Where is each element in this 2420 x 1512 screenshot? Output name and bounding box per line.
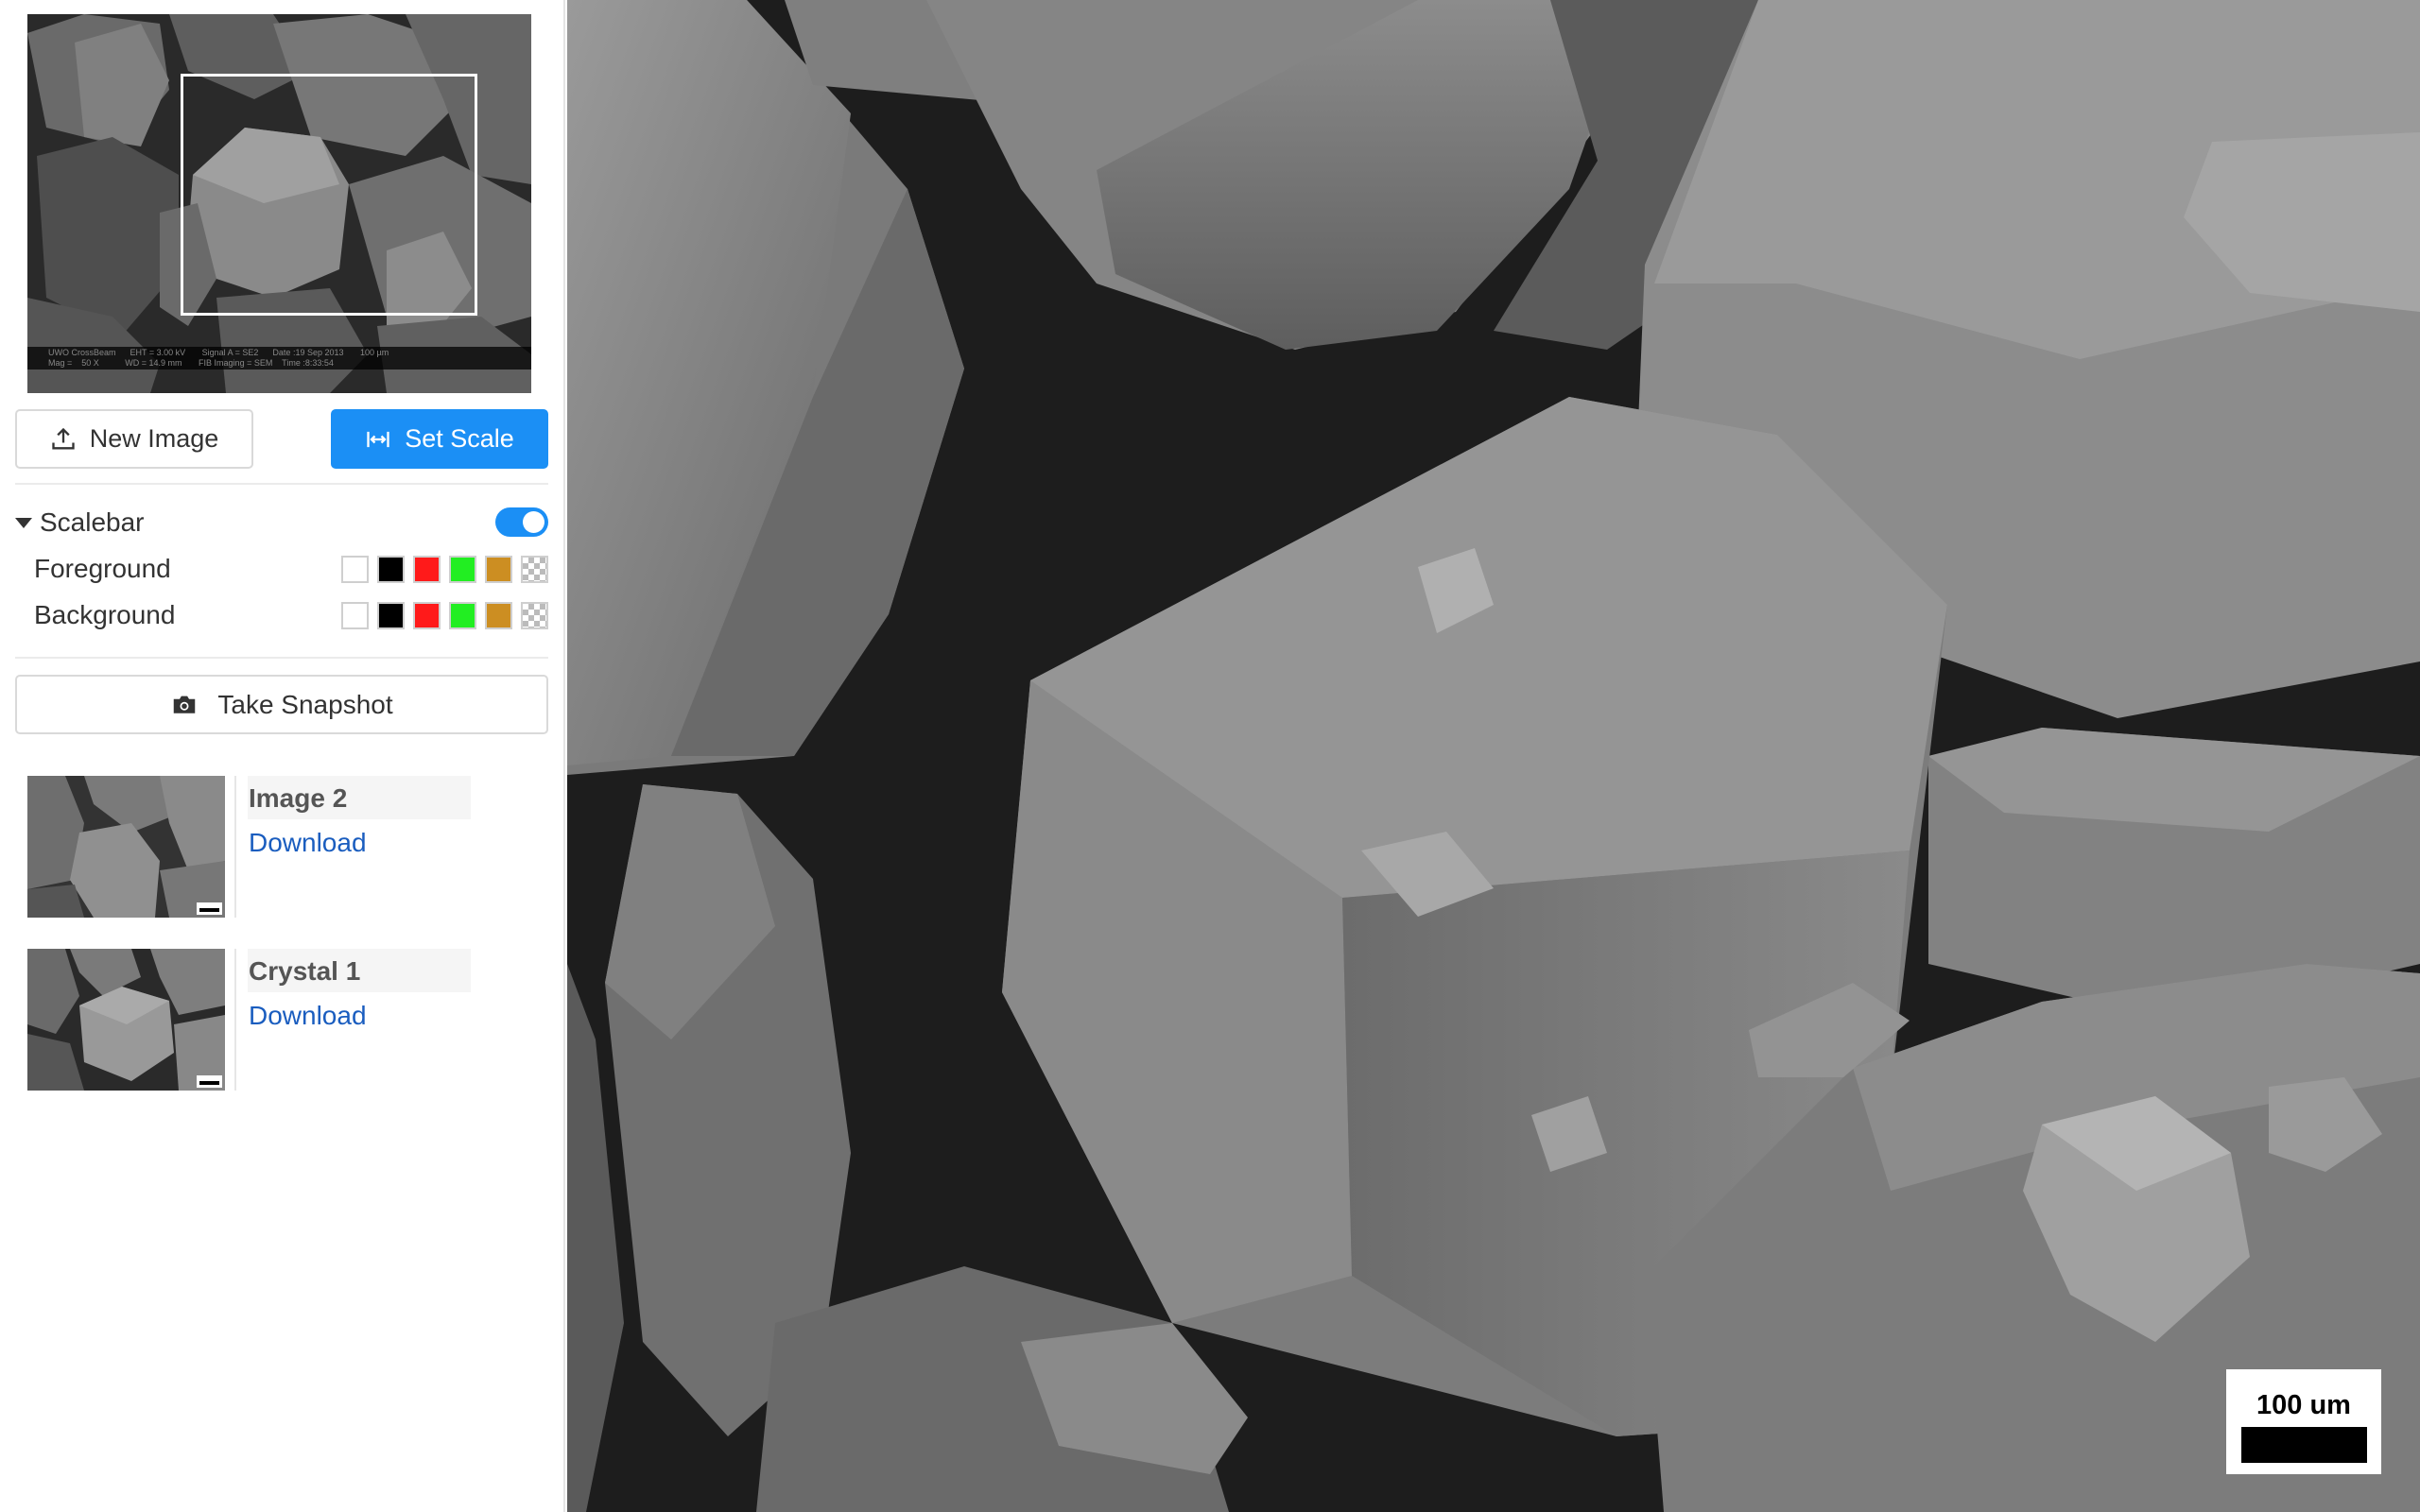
swatch-black[interactable] [377,601,405,629]
swatch-white[interactable] [341,601,369,629]
swatch-black[interactable] [377,555,405,583]
divider [15,657,548,659]
snapshot-scalebar [197,902,222,915]
snapshot-separator [234,949,236,1091]
foreground-color-row: Foreground [34,552,548,586]
overview-minimap[interactable]: UWO CrossBeam EHT = 3.00 kV Signal A = S… [27,14,531,393]
foreground-label: Foreground [34,554,171,583]
foreground-swatches [341,555,548,583]
swatch-green[interactable] [449,555,476,583]
scalebar-bar [2241,1427,2367,1463]
swatch-white[interactable] [341,555,369,583]
snapshot-scalebar [197,1075,222,1088]
take-snapshot-label: Take Snapshot [217,689,393,719]
snapshot-item: Image 2 Download [27,776,557,918]
column-width-icon [367,431,389,447]
new-image-label: New Image [89,424,219,453]
image-scalebar[interactable]: 100 um [2226,1369,2381,1474]
snapshot-thumbnail [27,949,225,1091]
swatch-transparent[interactable] [521,555,548,583]
viewport-rectangle[interactable] [181,74,477,316]
download-link[interactable]: Download [249,828,367,858]
sem-crystal-image [567,0,2420,1512]
scalebar-label: Scalebar [40,507,145,537]
scalebar-text: 100 um [2256,1390,2351,1420]
toggle-knob [523,511,544,533]
swatch-red[interactable] [413,601,441,629]
scalebar-toggle[interactable] [495,507,548,537]
snapshot-name[interactable]: Crystal 1 [248,949,471,992]
swatch-gold[interactable] [485,555,512,583]
snapshot-separator [234,776,236,918]
camera-icon [174,696,196,713]
caret-down-icon[interactable] [15,517,32,528]
set-scale-button[interactable]: Set Scale [331,409,548,469]
set-scale-label: Set Scale [405,424,514,453]
background-label: Background [34,600,176,629]
background-swatches [341,601,548,629]
overview-info-line-2: Mag = 50 X WD = 14.9 mm FIB Imaging = SE… [48,358,334,368]
snapshot-name[interactable]: Image 2 [248,776,471,819]
new-image-button[interactable]: New Image [15,409,253,469]
swatch-red[interactable] [413,555,441,583]
divider [15,483,548,485]
snapshot-item: Crystal 1 Download [27,949,557,1091]
sidebar: UWO CrossBeam EHT = 3.00 kV Signal A = S… [0,0,565,1512]
upload-icon [52,427,75,449]
swatch-transparent[interactable] [521,601,548,629]
background-color-row: Background [34,598,548,632]
overview-info-line-1: UWO CrossBeam EHT = 3.00 kV Signal A = S… [48,348,389,357]
snapshot-thumbnail [27,776,225,918]
image-viewer[interactable] [567,0,2420,1512]
scalebar-section-header[interactable]: Scalebar [15,504,548,541]
swatch-gold[interactable] [485,601,512,629]
swatch-green[interactable] [449,601,476,629]
download-link[interactable]: Download [249,1001,367,1031]
take-snapshot-button[interactable]: Take Snapshot [15,675,548,734]
overview-info-bar: UWO CrossBeam EHT = 3.00 kV Signal A = S… [27,347,531,369]
